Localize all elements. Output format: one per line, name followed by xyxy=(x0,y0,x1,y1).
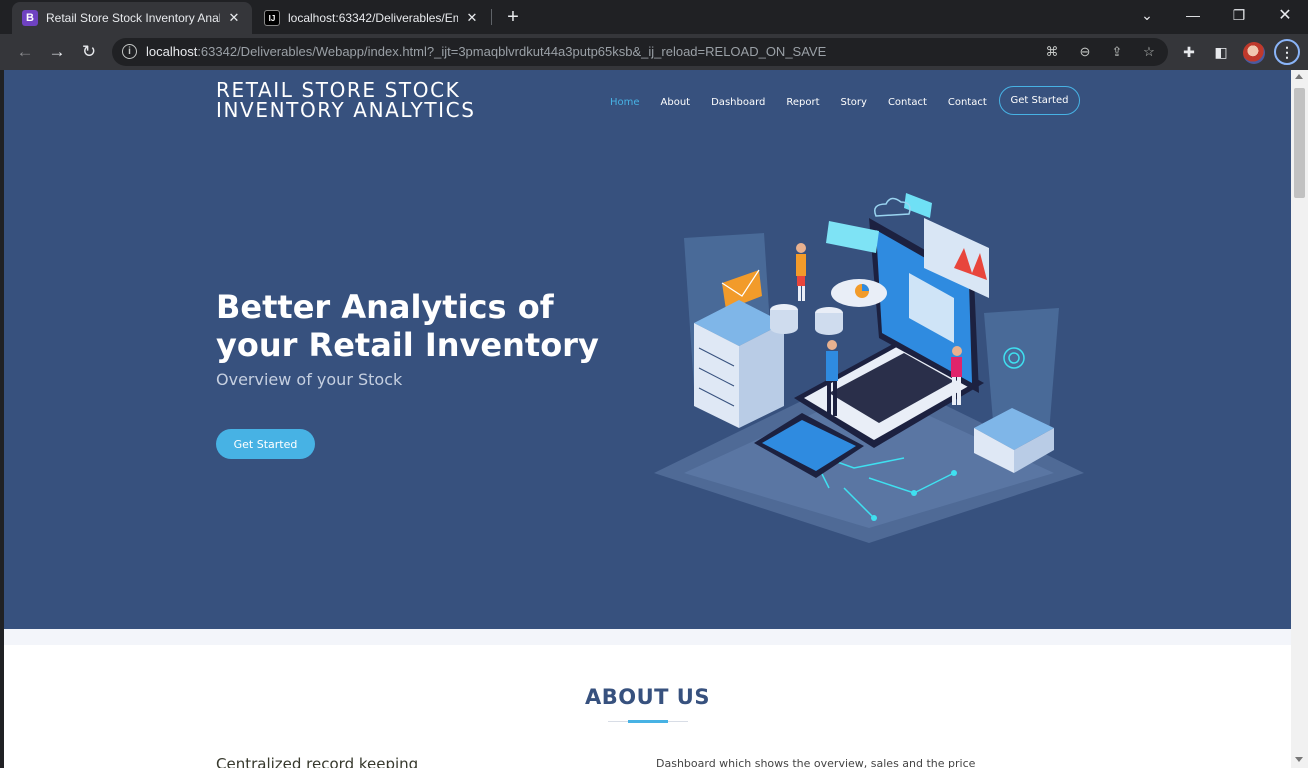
browser-toolbar: ← → ↻ i localhost:63342/Deliverables/Web… xyxy=(0,34,1308,70)
database-cylinders xyxy=(770,304,843,335)
window-close-icon[interactable]: ✕ xyxy=(1262,0,1308,30)
share-icon[interactable]: ⇪ xyxy=(1107,43,1127,61)
circuit-node xyxy=(871,515,877,521)
reload-icon[interactable]: ↻ xyxy=(76,40,102,64)
about-right-text: Dashboard which shows the overview, sale… xyxy=(656,757,976,768)
about-section: ABOUT US Centralized record keeping Dash… xyxy=(4,645,1291,768)
scroll-down-arrow-icon[interactable] xyxy=(1295,757,1303,762)
nav-report[interactable]: Report xyxy=(786,97,819,108)
new-tab-icon[interactable]: + xyxy=(502,6,524,28)
restore-icon[interactable]: ❐ xyxy=(1216,0,1262,30)
scroll-up-arrow-icon[interactable] xyxy=(1295,74,1303,79)
side-panel-icon[interactable]: ◧ xyxy=(1210,42,1232,62)
close-tab-icon[interactable]: ✕ xyxy=(226,10,242,26)
forward-arrow-icon[interactable]: → xyxy=(44,40,70,64)
about-title-underline xyxy=(608,720,688,723)
about-left-text: Centralized record keeping xyxy=(216,755,419,768)
page-scrollbar[interactable] xyxy=(1291,70,1308,768)
zoom-out-icon[interactable]: ⊖ xyxy=(1075,43,1095,61)
nav-story[interactable]: Story xyxy=(841,97,867,108)
page-viewport: RETAIL STORE STOCK INVENTORY ANALYTICS H… xyxy=(4,70,1291,768)
nav-contact-2[interactable]: Contact xyxy=(948,97,987,108)
nav-get-started-button[interactable]: Get Started xyxy=(999,86,1080,115)
nav-dashboard[interactable]: Dashboard xyxy=(711,97,765,108)
site-logo[interactable]: RETAIL STORE STOCK INVENTORY ANALYTICS xyxy=(216,80,596,120)
profile-avatar[interactable] xyxy=(1243,42,1265,64)
close-tab-icon[interactable]: ✕ xyxy=(464,10,480,26)
nav-about[interactable]: About xyxy=(661,97,691,108)
intellij-favicon-icon: IJ xyxy=(264,10,280,26)
browser-tab-active[interactable]: B Retail Store Stock Inventory Analy ✕ xyxy=(12,2,252,34)
circuit-node xyxy=(911,490,917,496)
address-bar[interactable]: i localhost:63342/Deliverables/Webapp/in… xyxy=(112,38,1168,66)
main-nav: Home About Dashboard Report Story Contac… xyxy=(610,90,1008,114)
translate-icon[interactable]: ⌘ xyxy=(1042,43,1062,61)
nav-contact[interactable]: Contact xyxy=(888,97,927,108)
hero-isometric-illustration xyxy=(654,193,1084,543)
tab-title: localhost:63342/Deliverables/Em xyxy=(288,11,458,25)
minimize-icon[interactable]: — xyxy=(1170,0,1216,30)
hero-title: Better Analytics of your Retail Inventor… xyxy=(216,288,599,364)
scrollbar-thumb[interactable] xyxy=(1294,88,1305,198)
nav-home[interactable]: Home xyxy=(610,97,640,108)
about-title: ABOUT US xyxy=(585,685,710,709)
browser-tab[interactable]: IJ localhost:63342/Deliverables/Em ✕ xyxy=(254,2,490,34)
bootstrap-favicon-icon: B xyxy=(22,10,38,26)
hero-get-started-button[interactable]: Get Started xyxy=(216,429,315,459)
site-info-icon[interactable]: i xyxy=(122,44,137,59)
tab-divider xyxy=(491,9,492,25)
circuit-node xyxy=(951,470,957,476)
extensions-puzzle-icon[interactable]: ✚ xyxy=(1178,42,1200,62)
hero-section: RETAIL STORE STOCK INVENTORY ANALYTICS H… xyxy=(4,70,1291,629)
chrome-menu-icon[interactable]: ⋮ xyxy=(1274,39,1300,65)
tab-title: Retail Store Stock Inventory Analy xyxy=(46,11,220,25)
back-arrow-icon[interactable]: ← xyxy=(12,40,38,64)
person-woman-standing xyxy=(796,243,806,301)
url-text[interactable]: localhost:63342/Deliverables/Webapp/inde… xyxy=(146,44,826,59)
bookmark-star-icon[interactable]: ☆ xyxy=(1139,43,1159,61)
tab-search-chevron-icon[interactable]: ⌄ xyxy=(1124,0,1170,30)
hero-subtitle: Overview of your Stock xyxy=(216,370,403,389)
browser-tab-bar: B Retail Store Stock Inventory Analy ✕ I… xyxy=(0,0,1308,34)
